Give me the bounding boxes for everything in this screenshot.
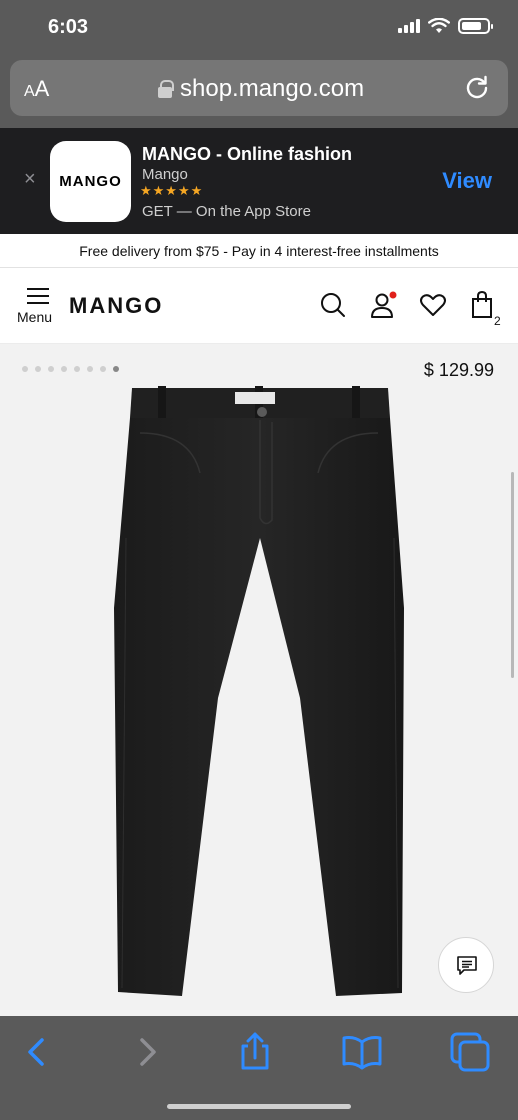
carousel-dot[interactable] (61, 366, 67, 372)
promo-bar[interactable]: Free delivery from $75 - Pay in 4 intere… (0, 234, 518, 268)
lock-icon (158, 80, 174, 98)
share-icon[interactable] (233, 1030, 277, 1074)
carousel-dot[interactable] (22, 366, 28, 372)
page-scrollbar[interactable] (511, 472, 514, 678)
status-time: 6:03 (48, 16, 89, 38)
image-carousel-dots[interactable] (22, 366, 119, 372)
search-icon[interactable] (318, 290, 348, 320)
carousel-dot[interactable] (100, 366, 106, 372)
carousel-dot[interactable] (48, 366, 54, 372)
web-page: Free delivery from $75 - Pay in 4 intere… (0, 234, 518, 1016)
carousel-dot[interactable] (74, 366, 80, 372)
menu-button[interactable]: Menu (17, 288, 59, 325)
carousel-dot[interactable] (35, 366, 41, 372)
close-icon[interactable]: × (24, 168, 36, 191)
battery-icon (458, 18, 493, 34)
rating-stars: ★★★★★ (140, 183, 204, 198)
cart-count: 2 (494, 314, 501, 328)
url-field[interactable]: shop.mango.com (158, 75, 364, 103)
app-banner: × MANGO MANGO - Online fashion Mango ★★★… (0, 128, 518, 234)
carousel-dot[interactable] (87, 366, 93, 372)
product-price: $ 129.99 (423, 360, 494, 380)
home-indicator (167, 1104, 351, 1109)
carousel-dot[interactable] (113, 366, 119, 372)
product-gallery[interactable]: $ 129.99 (0, 344, 518, 1016)
site-header: Menu MANGO 2 (0, 268, 518, 344)
app-name: MANGO - Online fashion (142, 144, 352, 164)
menu-label: Menu (17, 309, 53, 325)
back-icon[interactable] (14, 1030, 58, 1074)
app-developer: Mango (142, 166, 188, 183)
heart-icon[interactable] (418, 290, 448, 320)
status-icons (398, 18, 493, 34)
status-bar: 6:03 (0, 0, 518, 56)
reload-icon[interactable] (464, 74, 490, 100)
cellular-signal-icon (398, 19, 420, 33)
reader-settings-button[interactable]: AA (24, 76, 49, 102)
tabs-icon[interactable] (448, 1030, 492, 1074)
browser-top-bar: AA shop.mango.com (0, 56, 518, 128)
app-store-text: GET — On the App Store (142, 203, 311, 220)
forward-icon[interactable] (126, 1030, 170, 1074)
hamburger-icon (27, 288, 49, 304)
address-bar[interactable]: AA shop.mango.com (10, 60, 508, 116)
view-app-button[interactable]: View (442, 168, 492, 194)
app-icon[interactable]: MANGO (50, 141, 131, 222)
mango-logo[interactable]: MANGO (69, 293, 163, 319)
account-icon[interactable] (368, 290, 398, 320)
product-image-black-jeans[interactable] (100, 378, 418, 1016)
bookmarks-icon[interactable] (340, 1030, 384, 1074)
browser-toolbar (0, 1016, 518, 1120)
wifi-icon (428, 18, 450, 33)
url-text: shop.mango.com (180, 75, 365, 102)
chat-icon (457, 956, 477, 975)
chat-button[interactable] (438, 937, 494, 993)
